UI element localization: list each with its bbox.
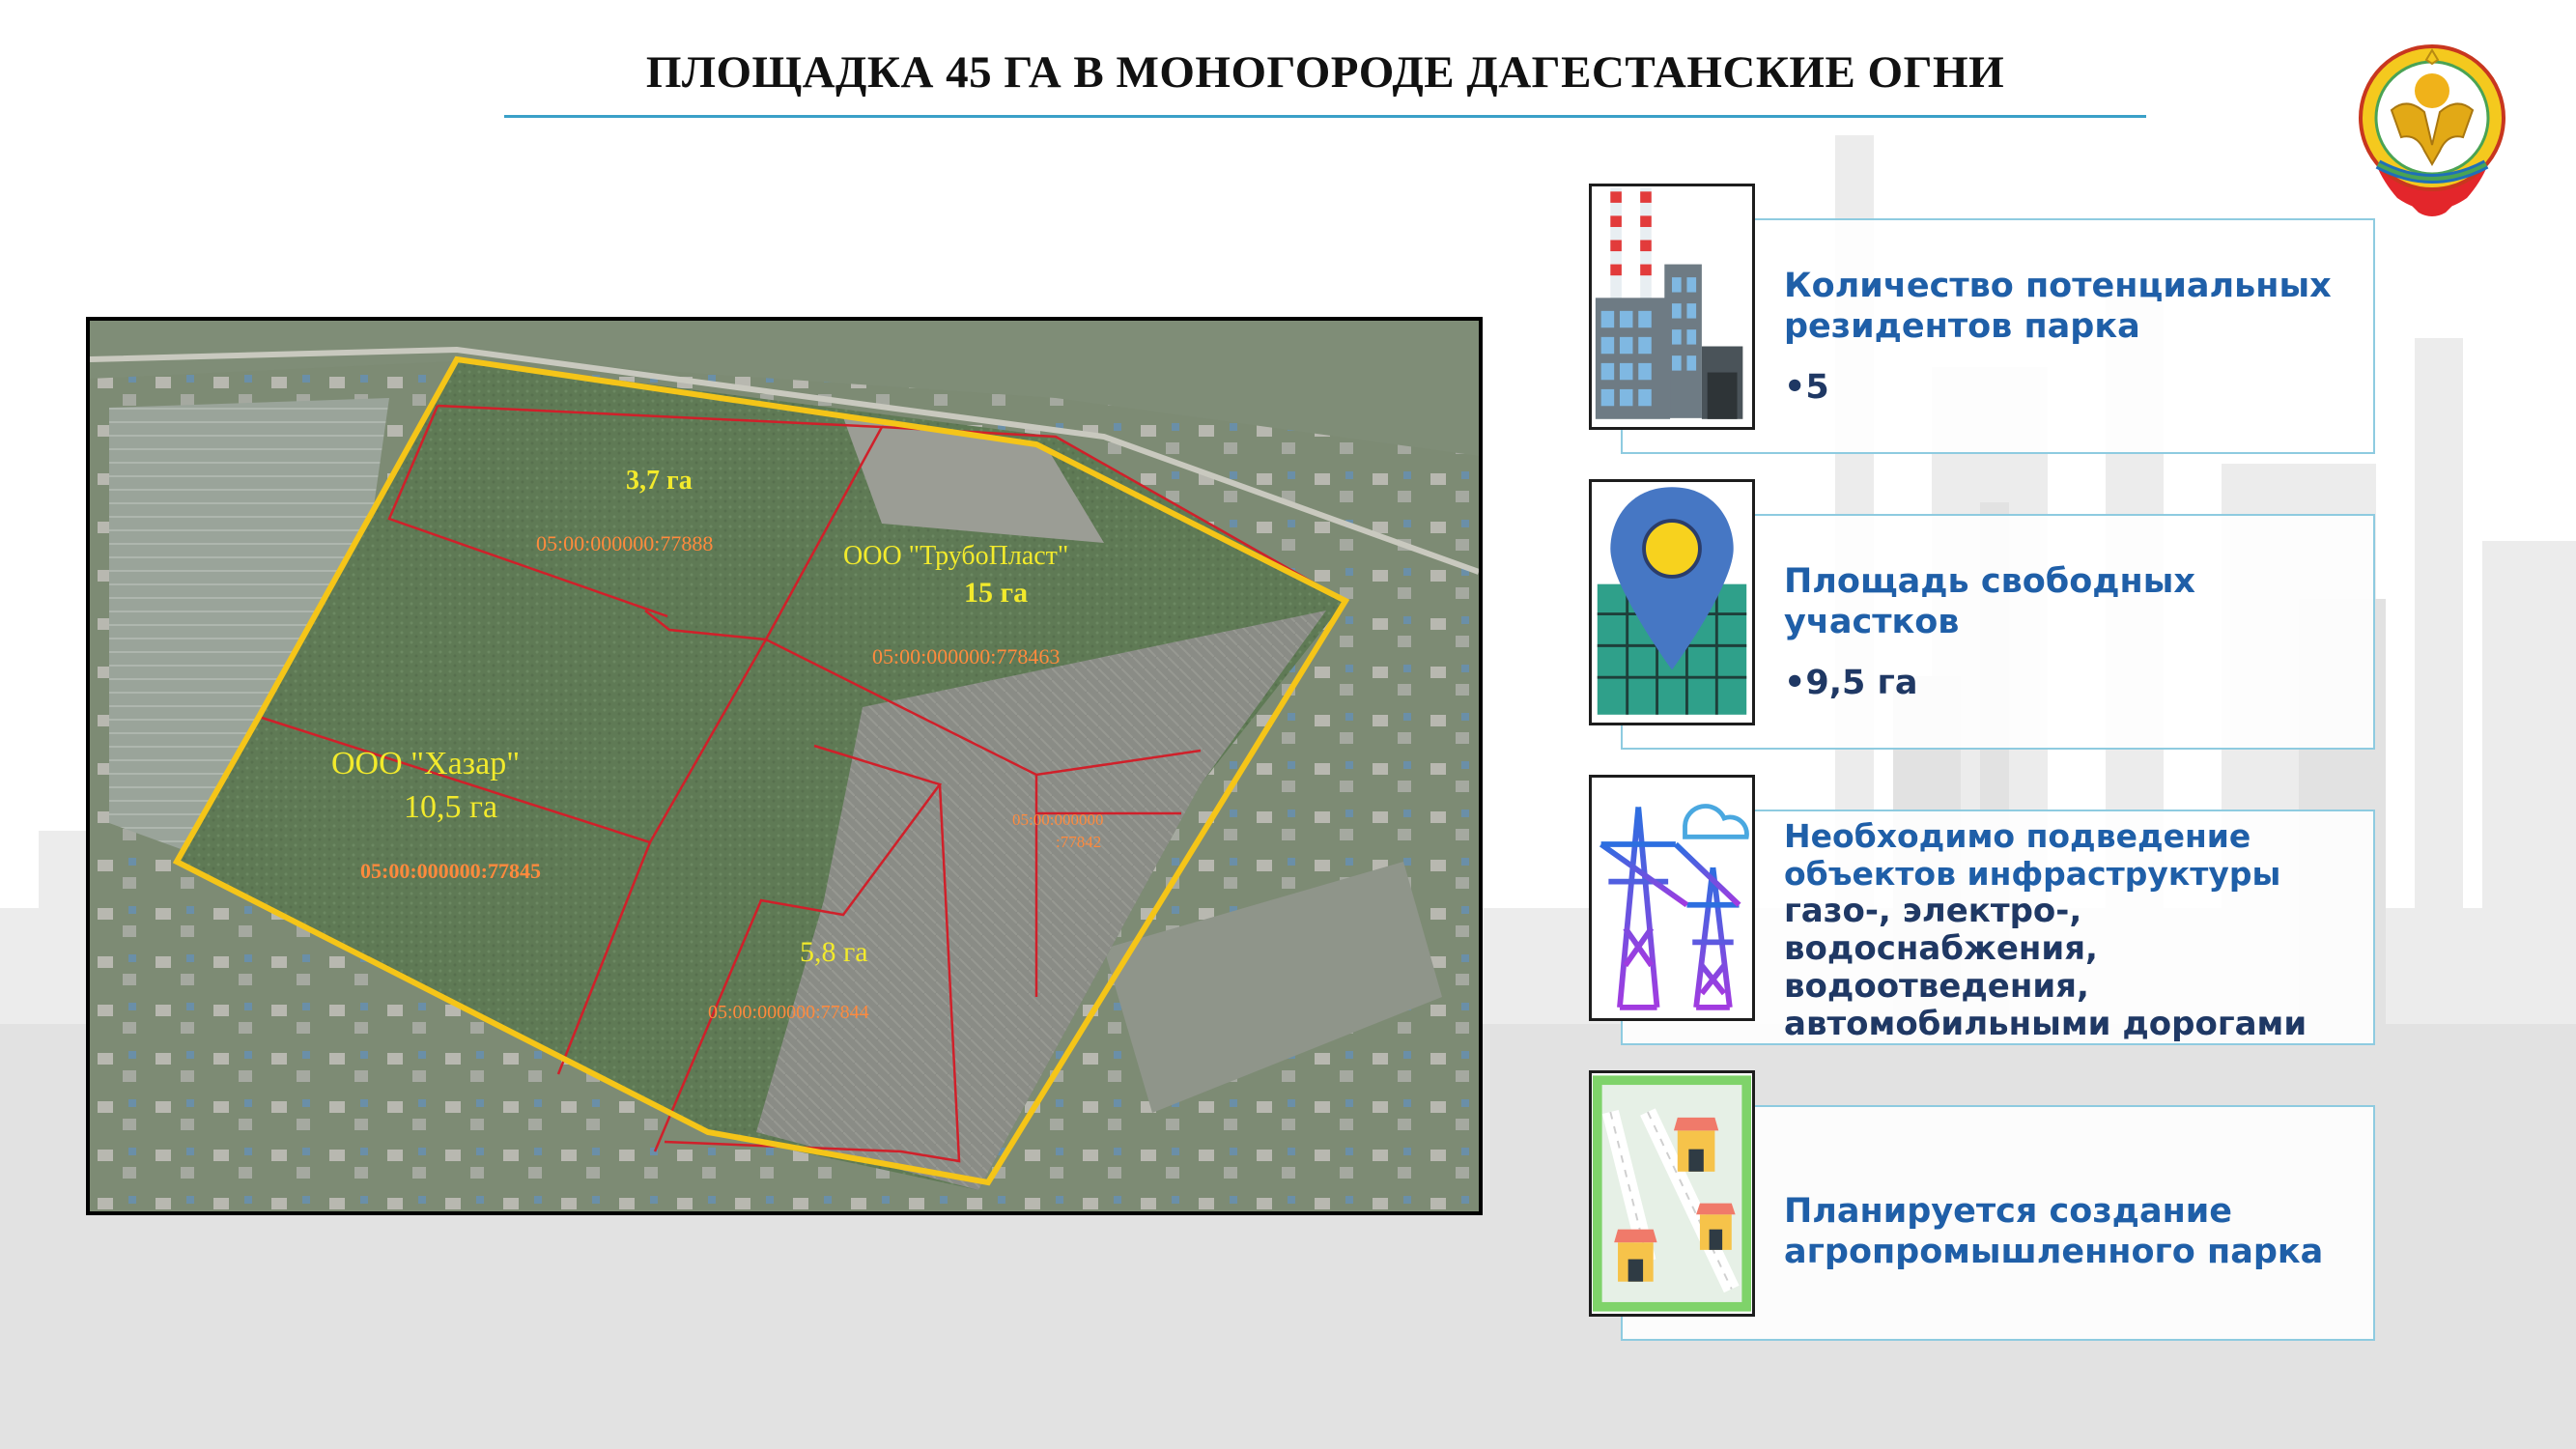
plot-d-area: 5,8 га [800, 936, 868, 968]
card-heading: Необходимо подведение объектов инфрастру… [1784, 817, 2281, 893]
plot-b-owner: ООО "ТрубоПласт" [843, 541, 1069, 571]
dagestan-emblem-logo [2339, 29, 2525, 222]
plot-d-cadastral: 05:00:000000:77844 [708, 1002, 869, 1023]
satellite-map-graphic [90, 321, 1479, 1211]
plot-c-owner: ООО "Хазар" [331, 746, 521, 781]
card-value: •5 [1784, 368, 1829, 407]
power-tower-icon [1589, 775, 1755, 1021]
card-body: газо-, электро-, водоснабжения, водоотве… [1784, 892, 2307, 1043]
card-value: •9,5 га [1784, 664, 1918, 702]
plot-e-cadastral-line2: :77842 [1056, 833, 1102, 851]
title-underline [504, 115, 2146, 118]
plot-c-cadastral: 05:00:000000:77845 [360, 859, 541, 883]
plot-b-cadastral: 05:00:000000:778463 [872, 644, 1061, 668]
factory-icon [1589, 184, 1755, 430]
plot-a-cadastral: 05:00:000000:77888 [536, 531, 714, 555]
card-heading: Площадь свободных участков [1784, 562, 2195, 641]
site-map: 3,7 га 05:00:000000:77888 ООО "ТрубоПлас… [86, 317, 1483, 1215]
plot-c-area: 10,5 га [404, 789, 498, 825]
plot-a-area: 3,7 га [626, 466, 693, 496]
card-heading: Количество потенциальных резидентов парк… [1784, 267, 2332, 346]
slide-title: ПЛОЩАДКА 45 ГА В МОНОГОРОДЕ ДАГЕСТАНСКИЕ… [645, 47, 2005, 98]
map-pin-icon [1589, 479, 1755, 725]
card-heading: Планируется создание агропромышленного п… [1784, 1192, 2324, 1271]
plot-e-cadastral-line1: 05:00:000000 [1012, 810, 1104, 829]
agro-park-icon [1589, 1070, 1755, 1317]
plot-b-area: 15 га [964, 577, 1029, 609]
